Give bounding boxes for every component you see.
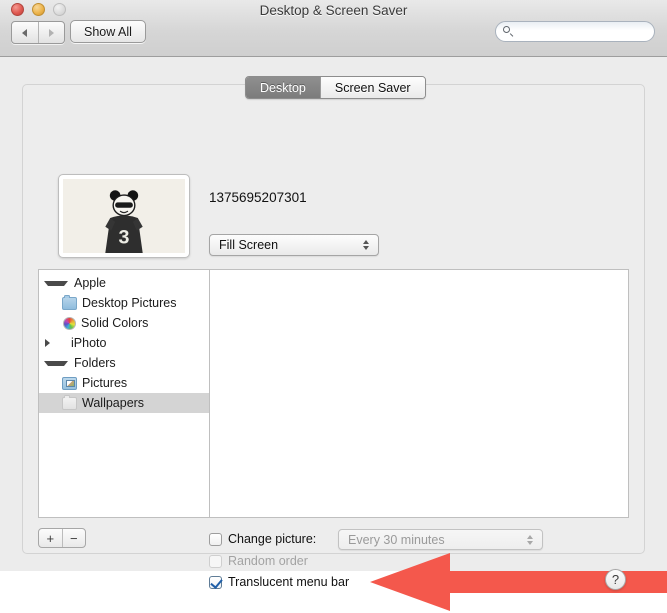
system-preferences-window: Desktop & Screen Saver Show All Desktop … <box>0 0 667 611</box>
colors-icon <box>63 316 76 330</box>
wallpaper-browser: Apple Desktop Pictures Solid Colors iPho… <box>38 269 629 518</box>
scaling-popup-value: Fill Screen <box>219 238 279 252</box>
translucent-menu-bar-row: Translucent menu bar <box>209 572 349 592</box>
forward-button[interactable] <box>37 22 65 43</box>
translucent-menu-bar-label: Translucent menu bar <box>228 575 350 589</box>
wallpaper-preview-thumbnail[interactable]: 3 <box>58 174 190 258</box>
source-list-item-label: iPhoto <box>71 336 107 350</box>
scaling-popup-button[interactable]: Fill Screen <box>209 234 379 256</box>
source-list-item-label: Desktop Pictures <box>82 296 177 310</box>
source-list-item-label: Folders <box>74 356 116 370</box>
disclosure-triangle-open-icon[interactable] <box>44 280 68 286</box>
svg-text:3: 3 <box>119 226 130 248</box>
stepper-updown-icon <box>357 240 375 250</box>
wallpaper-thumbnail-grid[interactable] <box>210 270 628 517</box>
stepper-updown-icon <box>521 534 539 545</box>
source-list-item-label: Wallpapers <box>82 396 145 410</box>
window-titlebar: Desktop & Screen Saver Show All <box>0 0 667 57</box>
folder-plain-icon <box>62 395 77 410</box>
change-picture-checkbox[interactable] <box>209 532 222 546</box>
source-list-item-apple[interactable]: Apple <box>39 273 209 293</box>
source-list-item-folders[interactable]: Folders <box>39 353 209 373</box>
folder-icon <box>62 295 77 310</box>
random-order-label: Random order <box>228 554 308 568</box>
search-input[interactable] <box>503 23 667 40</box>
tab-screen-saver[interactable]: Screen Saver <box>319 77 425 98</box>
pane-tab-bar: Desktop Screen Saver <box>245 76 426 99</box>
add-folder-button[interactable]: + <box>39 529 62 547</box>
random-order-row: Random order <box>209 551 308 571</box>
disclosure-triangle-closed-icon[interactable] <box>45 339 66 347</box>
help-button[interactable]: ? <box>605 569 626 590</box>
change-picture-row: Change picture: <box>209 529 316 549</box>
source-list-item-pictures[interactable]: Pictures <box>39 373 209 393</box>
change-interval-value: Every 30 minutes <box>348 532 445 547</box>
source-list-item-solid-colors[interactable]: Solid Colors <box>39 313 209 333</box>
random-order-checkbox[interactable] <box>209 554 222 568</box>
add-remove-folder-control: + − <box>38 528 86 548</box>
source-list[interactable]: Apple Desktop Pictures Solid Colors iPho… <box>39 270 210 517</box>
tab-desktop[interactable]: Desktop <box>246 77 320 98</box>
wallpaper-preview-image: 3 <box>63 179 185 253</box>
wallpaper-file-name: 1375695207301 <box>209 190 307 205</box>
change-interval-popup-button[interactable]: Every 30 minutes <box>338 529 543 550</box>
source-list-item-wallpapers[interactable]: Wallpapers <box>39 393 209 413</box>
remove-folder-button[interactable]: − <box>61 529 86 547</box>
change-picture-label: Change picture: <box>228 532 317 546</box>
window-title: Desktop & Screen Saver <box>259 3 408 18</box>
source-list-item-label: Apple <box>74 276 106 290</box>
pictures-icon <box>62 376 77 390</box>
navigation-segmented-control <box>11 21 65 44</box>
source-list-item-iphoto[interactable]: iPhoto <box>39 333 209 353</box>
source-list-item-desktop-pictures[interactable]: Desktop Pictures <box>39 293 209 313</box>
translucent-menu-bar-checkbox[interactable] <box>209 575 222 589</box>
preference-pane-body: Desktop Screen Saver 3 1375695207301 Fil… <box>0 57 667 611</box>
triangle-left-icon <box>22 28 28 37</box>
source-list-item-label: Solid Colors <box>81 316 149 330</box>
back-button[interactable] <box>12 22 38 43</box>
search-field[interactable] <box>495 21 667 42</box>
triangle-right-icon <box>48 28 54 37</box>
panda-figure-illustration: 3 <box>63 179 185 253</box>
source-list-item-label: Pictures <box>82 376 128 390</box>
disclosure-triangle-open-icon[interactable] <box>44 360 68 366</box>
show-all-button[interactable]: Show All <box>70 20 146 43</box>
